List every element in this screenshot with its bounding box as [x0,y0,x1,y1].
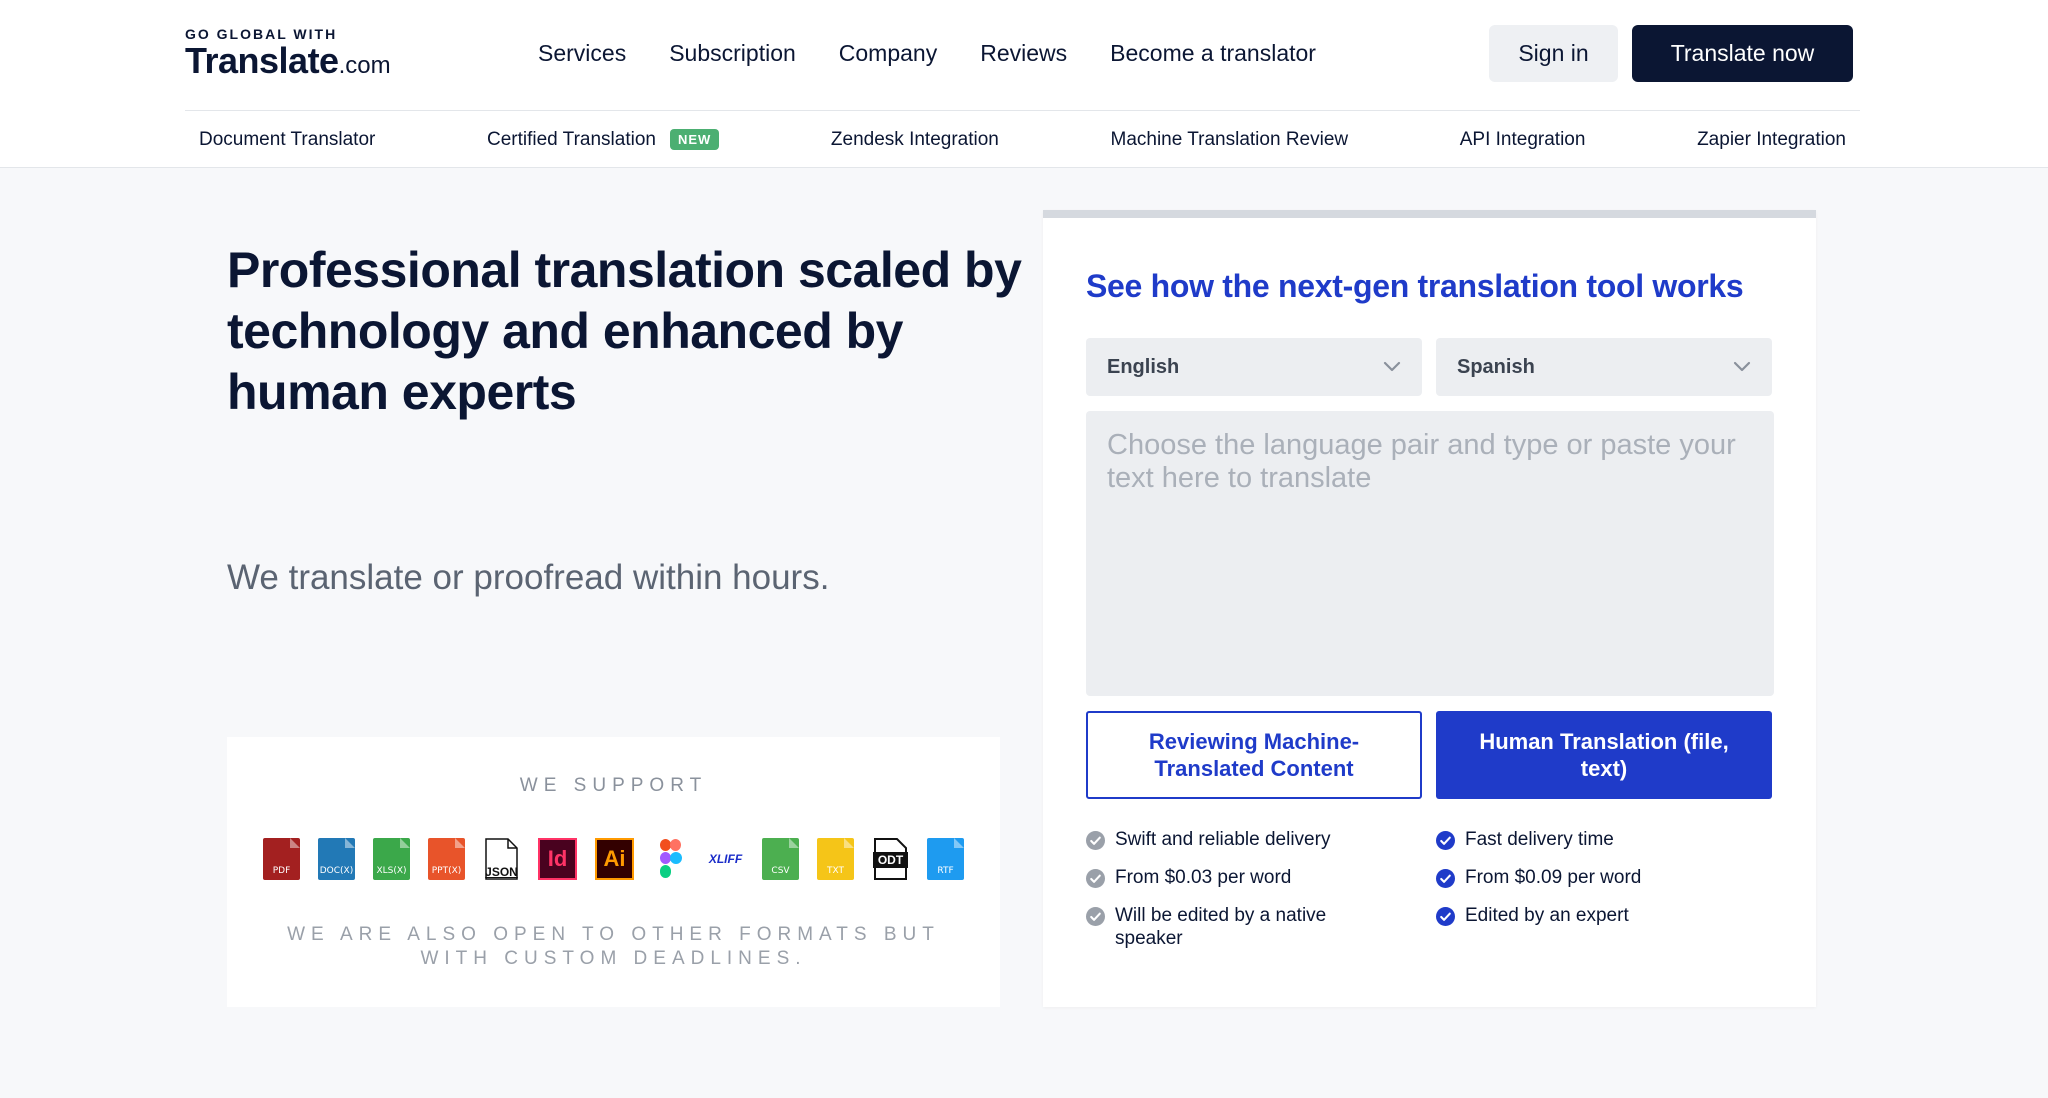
subnav-label: Zendesk Integration [830,128,999,150]
rtf-file-icon: RTF [927,838,964,880]
chevron-down-icon [1383,361,1401,372]
human-features-list: Fast delivery time From $0.09 per word E… [1436,828,1756,942]
top-bar: GO GLOBAL WITH Translate.com Services Su… [185,0,1860,111]
pptx-file-icon: PPT(X) [428,838,465,880]
illustrator-icon: Ai [595,838,634,880]
feature-text: Edited by an expert [1465,905,1629,926]
feature-text: From $0.09 per word [1465,867,1642,888]
review-features-list: Swift and reliable delivery From $0.03 p… [1086,828,1406,965]
format-icons: PDF DOC(X) XLS(X) PPT(X) JSON Id Ai XLIF… [263,838,964,880]
figma-shape [660,839,682,878]
check-circle-icon [1086,869,1105,888]
subnav-certified-translation[interactable]: Certified Translation NEW [486,128,720,151]
feature-text: Will be edited by a native speaker [1115,905,1327,949]
target-language-value: Spanish [1457,355,1535,378]
docx-file-icon: DOC(X) [318,838,355,880]
indesign-icon: Id [538,838,577,880]
feature-text: Swift and reliable delivery [1115,829,1331,850]
supported-formats-panel: WE SUPPORT PDF DOC(X) XLS(X) PPT(X) JSON… [227,737,1000,1007]
chevron-down-icon [1733,361,1751,372]
subnav-api-integration[interactable]: API Integration [1460,129,1586,151]
xlsx-file-icon: XLS(X) [373,838,410,880]
translation-tool-card: See how the next-gen translation tool wo… [1043,210,1816,1007]
site-header: GO GLOBAL WITH Translate.com Services Su… [0,0,2048,168]
json-label: JSON [485,865,518,879]
xliff-label: XLIFF [708,852,743,866]
pdf-label: PDF [263,838,300,880]
hero-title: Professional translation scaled by techn… [227,242,1022,420]
nav-reviews[interactable]: Reviews [980,40,1067,67]
odt-label: ODT [873,852,908,868]
list-item: Will be edited by a native speaker [1086,904,1406,950]
pdf-file-icon: PDF [263,838,300,880]
human-translation-option-button[interactable]: Human Translation (file, text) [1436,711,1772,799]
list-item: Edited by an expert [1436,904,1756,927]
list-item: From $0.09 per word [1436,866,1756,889]
subnav-label: Document Translator [199,128,376,150]
csv-label: CSV [762,838,799,880]
subnav-label: Zapier Integration [1697,128,1846,150]
subnav-machine-translation-review[interactable]: Machine Translation Review [1111,129,1349,151]
hero-subtitle: We translate or proofread within hours. [227,558,830,597]
docx-label: DOC(X) [318,838,355,880]
nav-become-translator[interactable]: Become a translator [1110,40,1316,67]
check-circle-icon [1086,907,1105,926]
list-item: Fast delivery time [1436,828,1756,851]
figma-icon [652,838,689,880]
list-item: From $0.03 per word [1086,866,1406,889]
check-circle-icon [1086,831,1105,850]
source-language-value: English [1107,355,1180,378]
odt-file-icon: ODT [872,838,909,880]
logo[interactable]: GO GLOBAL WITH Translate.com [185,26,391,81]
txt-label: TXT [817,838,854,880]
rtf-label: RTF [927,838,964,880]
subnav-label: Certified Translation [486,128,656,150]
subnav-label: Machine Translation Review [1110,128,1349,150]
new-badge: NEW [669,129,720,150]
source-language-select[interactable]: English [1086,338,1422,396]
review-mt-option-button[interactable]: Reviewing Machine-Translated Content [1086,711,1422,799]
list-item: Swift and reliable delivery [1086,828,1406,851]
txt-file-icon: TXT [817,838,854,880]
subnav-document-translator[interactable]: Document Translator [199,129,375,151]
check-circle-icon [1436,907,1455,926]
main-nav: Services Subscription Company Reviews Be… [538,40,1316,67]
supported-formats-title: WE SUPPORT [519,775,708,796]
csv-file-icon: CSV [762,838,799,880]
logo-tld: .com [338,52,391,79]
subnav-zapier-integration[interactable]: Zapier Integration [1697,129,1846,151]
logo-word: Translate [185,40,339,81]
json-file-icon: JSON [483,838,520,880]
subnav-label: API Integration [1459,128,1586,150]
sub-nav: Document Translator Certified Translatio… [199,111,1846,168]
translate-now-button[interactable]: Translate now [1632,25,1853,82]
formats-note: WE ARE ALSO OPEN TO OTHER FORMATS BUT WI… [287,924,940,969]
nav-subscription[interactable]: Subscription [669,40,796,67]
nav-services[interactable]: Services [538,40,626,67]
pptx-label: PPT(X) [428,838,465,880]
feature-text: From $0.03 per word [1115,867,1292,888]
logo-wordmark: Translate.com [185,40,391,82]
sign-in-button[interactable]: Sign in [1489,25,1618,82]
subnav-zendesk-integration[interactable]: Zendesk Integration [831,129,999,151]
target-language-select[interactable]: Spanish [1436,338,1772,396]
xliff-icon: XLIFF [707,838,744,880]
feature-text: Fast delivery time [1465,829,1614,850]
tool-title: See how the next-gen translation tool wo… [1086,268,1744,304]
source-text-input[interactable] [1086,411,1774,696]
check-circle-icon [1436,869,1455,888]
check-circle-icon [1436,831,1455,850]
nav-company[interactable]: Company [839,40,937,67]
xlsx-label: XLS(X) [373,838,410,880]
